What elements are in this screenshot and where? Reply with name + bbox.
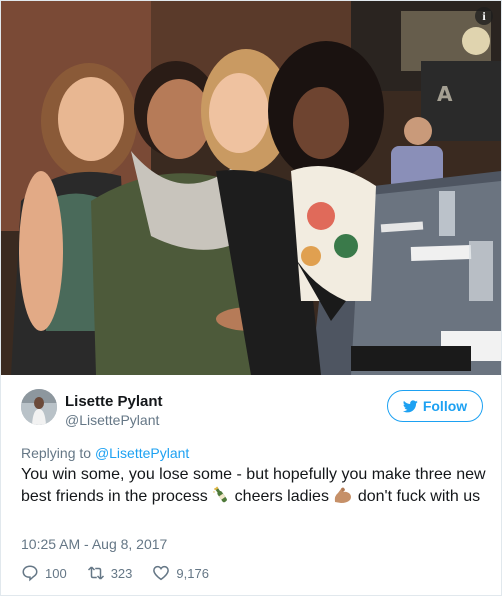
bar-sign-text: A <box>437 82 453 106</box>
replying-to: Replying to @LisettePylant <box>21 445 189 461</box>
reply-count: 100 <box>45 565 67 581</box>
display-name[interactable]: Lisette Pylant <box>65 393 163 410</box>
retweet-count: 323 <box>110 565 133 581</box>
user-handle[interactable]: @LisettePylant <box>65 412 159 428</box>
tweet-actions: 100 323 9,176 <box>21 563 229 583</box>
tweet-photo[interactable]: A i <box>1 1 501 375</box>
tweet-text-part2: cheers ladies <box>234 488 329 505</box>
retweet-action[interactable]: 323 <box>87 564 133 582</box>
replying-to-link[interactable]: @LisettePylant <box>95 445 189 461</box>
replying-prefix: Replying to <box>21 445 92 461</box>
reply-action[interactable]: 100 <box>21 564 67 582</box>
reply-icon <box>22 565 38 582</box>
heart-icon <box>153 565 170 581</box>
tweet-text-part3: don't fuck with us <box>357 488 481 505</box>
tweet-card: A i Lisette Pylant @LisettePylant Follow… <box>0 0 502 596</box>
twitter-bird-icon <box>402 399 418 412</box>
tweet-text: You win some, you lose some - but hopefu… <box>21 464 486 511</box>
profile-photo-icon <box>21 389 57 425</box>
info-icon[interactable]: i <box>475 7 493 25</box>
like-action[interactable]: 9,176 <box>152 564 209 582</box>
follow-label: Follow <box>422 398 468 414</box>
retweet-icon <box>87 566 104 580</box>
flexed-biceps-emoji-icon <box>333 486 353 511</box>
avatar[interactable] <box>21 389 57 425</box>
tweet-header: Lisette Pylant @LisettePylant Follow <box>21 387 483 431</box>
champagne-emoji-icon <box>212 486 230 511</box>
like-count: 9,176 <box>176 565 209 581</box>
group-photo-image: A <box>1 1 501 375</box>
follow-button[interactable]: Follow <box>387 390 483 422</box>
tweet-timestamp[interactable]: 10:25 AM - Aug 8, 2017 <box>21 536 167 552</box>
